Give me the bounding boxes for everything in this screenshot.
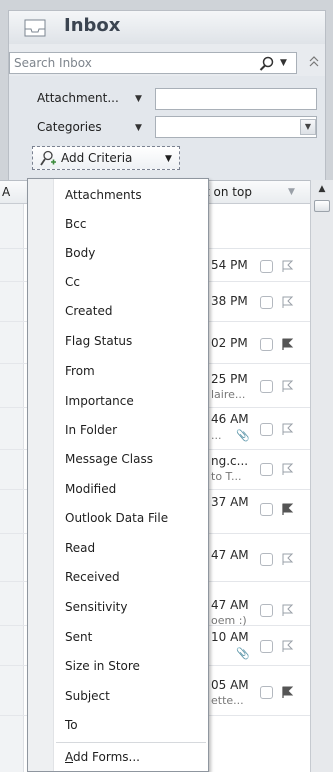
sort-dropdown-icon[interactable]: ▼	[288, 187, 295, 197]
menu-item-sensitivity[interactable]: Sensitivity	[56, 595, 206, 621]
add-forms-label: dd Forms...	[73, 750, 140, 764]
folder-title: Inbox	[64, 15, 121, 36]
message-preview: ette...	[211, 694, 244, 707]
menu-item-body[interactable]: Body	[56, 241, 206, 267]
flag-icon[interactable]	[280, 259, 294, 273]
menu-separator	[56, 742, 206, 743]
search-icon[interactable]	[259, 56, 275, 72]
menu-item-sent[interactable]: Sent	[56, 625, 206, 651]
flag-icon[interactable]	[280, 502, 294, 516]
message-time: 46 AM	[211, 412, 249, 426]
flag-icon[interactable]	[280, 462, 294, 476]
inbox-icon	[24, 19, 46, 37]
flag-icon[interactable]	[280, 295, 294, 309]
flag-icon[interactable]	[280, 422, 294, 436]
menu-item-read[interactable]: Read	[56, 536, 206, 562]
category-checkbox[interactable]	[260, 503, 273, 516]
add-criteria-icon	[40, 150, 56, 166]
message-time: 02 PM	[211, 336, 248, 350]
message-time: 38 PM	[211, 294, 248, 308]
attachment-icon: 📎	[236, 429, 250, 442]
menu-item-from[interactable]: From	[56, 359, 206, 385]
flag-icon[interactable]	[280, 603, 294, 617]
category-checkbox[interactable]	[260, 553, 273, 566]
scroll-thumb[interactable]	[314, 200, 330, 212]
add-criteria-label: Add Criteria	[61, 151, 133, 165]
menu-item-created[interactable]: Created	[56, 299, 206, 325]
column-header-arrange[interactable]: A	[2, 185, 10, 199]
menu-icon-gutter	[28, 179, 54, 771]
menu-item-add-forms[interactable]: Add Forms...	[56, 745, 206, 771]
menu-item-received[interactable]: Received	[56, 565, 206, 591]
flag-icon[interactable]	[280, 379, 294, 393]
menu-item-to[interactable]: To	[56, 713, 206, 739]
add-forms-accelerator: A	[65, 750, 73, 764]
add-criteria-menu: Attachments Bcc Body Cc Created Flag Sta…	[27, 178, 209, 772]
category-checkbox[interactable]	[260, 260, 273, 273]
menu-item-message-class[interactable]: Message Class	[56, 447, 206, 473]
menu-item-subject[interactable]: Subject	[56, 684, 206, 710]
search-criteria-panel: Attachment... ▼ Categories ▼ ▼ Add Crite…	[8, 76, 326, 180]
menu-item-outlook-data-file[interactable]: Outlook Data File	[56, 506, 206, 532]
chevron-down-icon: ▼	[165, 154, 172, 164]
message-time: 05 AM	[211, 678, 249, 692]
category-checkbox[interactable]	[260, 423, 273, 436]
message-time: 54 PM	[211, 258, 248, 272]
attachment-icon: 📎	[236, 647, 250, 660]
folder-header: Inbox	[8, 10, 326, 44]
message-preview: laire...	[211, 388, 246, 401]
attachment-dropdown-icon[interactable]: ▼	[135, 94, 142, 104]
search-options-dropdown-icon[interactable]: ▼	[280, 58, 287, 68]
categories-criteria-label[interactable]: Categories	[37, 120, 102, 134]
category-checkbox[interactable]	[260, 640, 273, 653]
message-time: 25 PM	[211, 372, 248, 386]
message-preview: to T...	[211, 470, 242, 483]
menu-item-cc[interactable]: Cc	[56, 270, 206, 296]
categories-dropdown-icon[interactable]: ▼	[135, 123, 142, 133]
flag-icon[interactable]	[280, 337, 294, 351]
category-checkbox[interactable]	[260, 604, 273, 617]
categories-criteria-select[interactable]: ▼	[155, 116, 317, 138]
category-checkbox[interactable]	[260, 463, 273, 476]
menu-item-attachments[interactable]: Attachments	[56, 183, 206, 209]
chevron-down-icon[interactable]: ▼	[300, 119, 316, 135]
menu-item-bcc[interactable]: Bcc	[56, 212, 206, 238]
menu-item-in-folder[interactable]: In Folder	[56, 418, 206, 444]
attachment-criteria-label[interactable]: Attachment...	[37, 91, 119, 105]
menu-item-size-in-store[interactable]: Size in Store	[56, 654, 206, 680]
sort-order-label[interactable]: t on top	[205, 185, 252, 199]
message-time: 10 AM	[211, 630, 249, 644]
collapse-criteria-icon[interactable]	[308, 55, 320, 69]
message-time: 47 AM	[211, 598, 249, 612]
search-bar: Search Inbox ▼	[8, 44, 326, 76]
scroll-up-arrow-icon[interactable]: ▲	[314, 184, 330, 198]
message-time: 47 AM	[211, 548, 249, 562]
flag-icon[interactable]	[280, 552, 294, 566]
add-criteria-button[interactable]: Add Criteria ▼	[32, 146, 180, 170]
category-checkbox[interactable]	[260, 296, 273, 309]
message-preview: ...	[211, 429, 222, 442]
attachment-criteria-input[interactable]	[155, 88, 317, 110]
message-time: 37 AM	[211, 495, 249, 509]
flag-icon[interactable]	[280, 639, 294, 653]
menu-item-modified[interactable]: Modified	[56, 477, 206, 503]
category-checkbox[interactable]	[260, 338, 273, 351]
search-input[interactable]: Search Inbox	[9, 52, 297, 74]
menu-item-importance[interactable]: Importance	[56, 389, 206, 415]
category-checkbox[interactable]	[260, 380, 273, 393]
inbox-pane: Inbox Search Inbox ▼ Attachment... ▼ Cat…	[0, 0, 333, 772]
category-checkbox[interactable]	[260, 686, 273, 699]
message-time: ng.c...	[211, 454, 249, 468]
menu-item-flag-status[interactable]: Flag Status	[56, 329, 206, 355]
flag-icon[interactable]	[280, 685, 294, 699]
vertical-scrollbar[interactable]: ▲	[310, 180, 333, 772]
